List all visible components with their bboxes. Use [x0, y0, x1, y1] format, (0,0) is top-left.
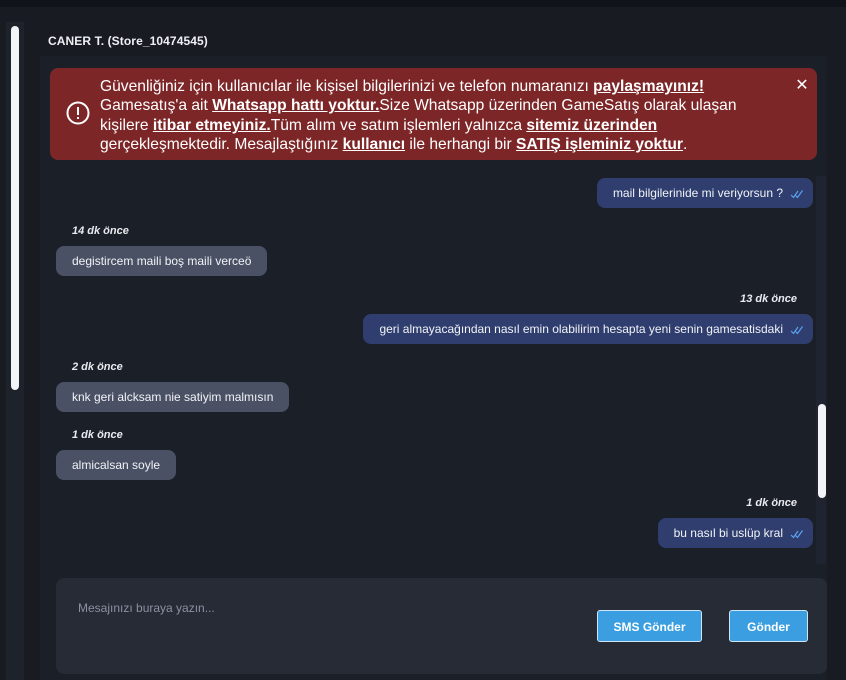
message-text: almicalsan soyle — [72, 458, 161, 472]
message-timestamp: 2 dk önce — [72, 361, 123, 373]
warning-emphasis: SATIŞ işleminiz yoktur — [516, 136, 683, 154]
chat-scrollbar-track[interactable] — [816, 176, 826, 564]
send-button[interactable]: Gönder — [729, 610, 808, 642]
warning-emphasis: Whatsapp hattı yoktur. — [212, 97, 380, 115]
warning-emphasis: sitemiz üzerinden — [526, 116, 658, 134]
security-warning-banner: Güvenliğiniz için kullanıcılar ile kişis… — [50, 68, 817, 160]
message-text: mail bilgilerinide mi veriyorsun ? — [612, 186, 783, 200]
warning-emphasis: paylaşmayınız! — [593, 78, 705, 95]
message-bubble-incoming: degistircem maili boş maili verceö — [56, 246, 268, 276]
warning-text-part: Tüm alım ve satım işlemleri yalnızca — [270, 116, 527, 134]
warning-text-part: Güvenliğiniz için kullanıcılar ile kişis… — [100, 78, 594, 95]
sms-send-button[interactable]: SMS Gönder — [597, 610, 702, 642]
security-warning-text: Güvenliğiniz için kullanıcılar ile kişis… — [100, 77, 776, 155]
chat-partner-name: CANER T. (Store_10474545) — [48, 34, 208, 48]
message-input[interactable] — [76, 596, 580, 620]
double-check-icon — [790, 530, 803, 539]
message-timestamp: 1 dk önce — [746, 497, 797, 509]
message-bubble-incoming: almicalsan soyle — [56, 450, 177, 480]
message-text: bu nasıl bi uslüp kral — [673, 526, 783, 540]
message-timestamp: 13 dk önce — [740, 293, 797, 305]
message-timestamp: 14 dk önce — [72, 225, 129, 237]
alert-circle-icon — [66, 101, 90, 125]
warning-emphasis: itibar etmeyiniz. — [152, 116, 271, 134]
warning-text-part: . — [683, 136, 688, 154]
close-icon[interactable]: ✕ — [794, 78, 810, 94]
warning-text-part: ile herhangi bir — [405, 136, 517, 154]
message-bubble-outgoing: bu nasıl bi uslüp kral — [657, 518, 813, 548]
message-bubble-outgoing: geri almayacağından nasıl emin olabiliri… — [363, 314, 813, 344]
message-text: geri almayacağından nasıl emin olabiliri… — [379, 322, 783, 336]
warning-text-part: gerçekleşmektedir. Mesajlaştığınız — [100, 136, 343, 154]
message-bubble-incoming: knk geri alcksam nie satiyim malmısın — [56, 382, 290, 412]
chat-scrollbar-thumb[interactable] — [818, 404, 826, 498]
warning-text-part: Gamesatış'a ait — [100, 97, 213, 115]
double-check-icon — [790, 190, 803, 199]
message-text: degistircem maili boş maili verceö — [72, 254, 252, 268]
message-timestamp: 1 dk önce — [72, 429, 123, 441]
double-check-icon — [790, 326, 803, 335]
top-bar — [0, 0, 846, 7]
message-text: knk geri alcksam nie satiyim malmısın — [72, 390, 274, 404]
message-composer — [56, 578, 827, 674]
page-scrollbar-thumb[interactable] — [11, 26, 19, 390]
message-bubble-outgoing: mail bilgilerinide mi veriyorsun ? — [596, 178, 813, 208]
warning-emphasis: kullanıcı — [342, 136, 406, 154]
